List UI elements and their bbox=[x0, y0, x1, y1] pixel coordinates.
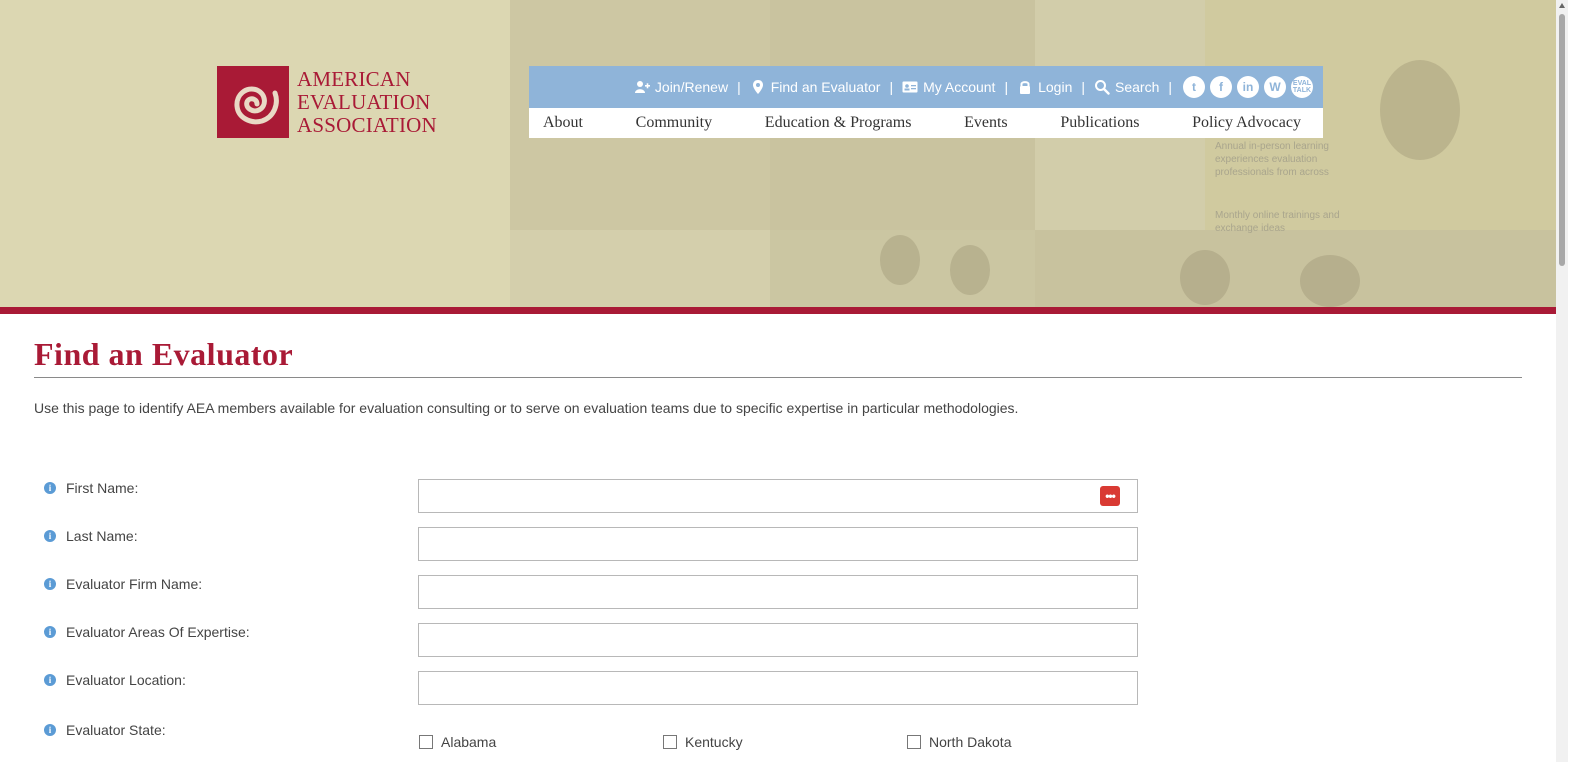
nav-item-publications[interactable]: Publications bbox=[1060, 114, 1139, 132]
last-name-input[interactable] bbox=[418, 527, 1138, 561]
find-evaluator-label: Find an Evaluator bbox=[770, 79, 881, 95]
facebook-icon[interactable]: f bbox=[1210, 76, 1232, 98]
state-option-north-dakota[interactable]: North Dakota bbox=[907, 734, 1151, 750]
location-input[interactable] bbox=[418, 671, 1138, 705]
first-name-input[interactable] bbox=[418, 479, 1138, 513]
first-name-label: First Name: bbox=[66, 480, 139, 496]
logo-line: ASSOCIATION bbox=[297, 112, 437, 137]
banner-photo bbox=[1035, 230, 1556, 307]
spiral-logo-icon bbox=[217, 66, 289, 138]
search-link[interactable]: Search bbox=[1094, 79, 1159, 95]
separator: | bbox=[737, 79, 741, 95]
logo-line: AMERICAN bbox=[297, 66, 411, 91]
separator: | bbox=[1004, 79, 1009, 95]
map-pin-icon bbox=[752, 80, 763, 94]
user-plus-icon bbox=[634, 81, 650, 93]
firm-name-label: Evaluator Firm Name: bbox=[66, 576, 203, 592]
search-icon bbox=[1095, 80, 1110, 95]
linkedin-icon[interactable]: in bbox=[1237, 76, 1259, 98]
info-icon[interactable]: i bbox=[44, 724, 56, 736]
banner-caption: Annual in-person learning experiences ev… bbox=[1215, 140, 1365, 235]
nav-item-events[interactable]: Events bbox=[964, 114, 1008, 132]
expertise-input[interactable] bbox=[418, 623, 1138, 657]
separator: | bbox=[1081, 79, 1085, 95]
logo-line: EVALUATION bbox=[297, 89, 431, 114]
logo-wordmark: AMERICAN EVALUATION ASSOCIATION bbox=[297, 66, 437, 137]
password-manager-icon[interactable]: ••• bbox=[1100, 486, 1120, 506]
state-label: Evaluator State: bbox=[66, 722, 166, 738]
state-option-label: North Dakota bbox=[929, 734, 1012, 750]
my-account-link[interactable]: My Account bbox=[902, 79, 995, 95]
aea-logo[interactable]: AMERICAN EVALUATION ASSOCIATION bbox=[217, 66, 437, 138]
banner-figure bbox=[1300, 255, 1360, 307]
banner-figure bbox=[950, 245, 990, 295]
location-label: Evaluator Location: bbox=[66, 672, 186, 688]
utility-nav: Join/Renew | Find an Evaluator | My Acco… bbox=[529, 66, 1323, 108]
info-icon[interactable]: i bbox=[44, 578, 56, 590]
state-option-label: Kentucky bbox=[685, 734, 743, 750]
expertise-row: i Evaluator Areas Of Expertise: bbox=[44, 623, 1144, 657]
twitter-icon[interactable]: t bbox=[1183, 76, 1205, 98]
nav-item-community[interactable]: Community bbox=[636, 114, 712, 132]
nav-item-education-programs[interactable]: Education & Programs bbox=[765, 114, 912, 132]
title-divider bbox=[34, 377, 1522, 378]
banner-figure bbox=[1380, 60, 1460, 160]
info-icon[interactable]: i bbox=[44, 482, 56, 494]
checkbox[interactable] bbox=[907, 735, 921, 749]
banner-figure bbox=[1180, 250, 1230, 305]
state-option-label: Alabama bbox=[441, 734, 497, 750]
first-name-row: i First Name: ••• bbox=[44, 479, 1144, 513]
header-banner: Annual in-person learning experiences ev… bbox=[0, 0, 1556, 307]
join-renew-label: Join/Renew bbox=[654, 79, 729, 95]
page-intro: Use this page to identify AEA members av… bbox=[34, 400, 1019, 416]
info-icon[interactable]: i bbox=[44, 674, 56, 686]
id-card-icon bbox=[902, 81, 918, 93]
header-divider bbox=[0, 307, 1556, 314]
page-scrollbar[interactable] bbox=[1556, 0, 1568, 762]
checkbox[interactable] bbox=[419, 735, 433, 749]
banner-figure bbox=[880, 235, 920, 285]
scroll-up-arrow-icon[interactable] bbox=[1559, 3, 1565, 8]
firm-name-input[interactable] bbox=[418, 575, 1138, 609]
last-name-label: Last Name: bbox=[66, 528, 138, 544]
info-icon[interactable]: i bbox=[44, 626, 56, 638]
my-account-label: My Account bbox=[923, 79, 996, 95]
last-name-row: i Last Name: bbox=[44, 527, 1144, 561]
find-evaluator-link[interactable]: Find an Evaluator bbox=[750, 79, 881, 95]
separator: | bbox=[889, 79, 894, 95]
banner-caption-line: Monthly online trainings and exchange id… bbox=[1215, 210, 1340, 234]
state-option-kentucky[interactable]: Kentucky bbox=[663, 734, 907, 750]
social-links: t f in W EVAL TALK bbox=[1183, 76, 1313, 98]
main-nav: About Community Education & Programs Eve… bbox=[529, 108, 1323, 138]
checkbox[interactable] bbox=[663, 735, 677, 749]
scrollbar-thumb[interactable] bbox=[1559, 14, 1565, 266]
firm-name-row: i Evaluator Firm Name: bbox=[44, 575, 1144, 609]
banner-photo bbox=[510, 230, 770, 307]
evaltalk-icon[interactable]: EVAL TALK bbox=[1291, 76, 1313, 98]
login-label: Login bbox=[1038, 79, 1073, 95]
state-checkboxes: Alabama Kentucky North Dakota bbox=[419, 734, 1151, 750]
login-link[interactable]: Login bbox=[1017, 79, 1072, 95]
search-label: Search bbox=[1115, 79, 1160, 95]
nav-item-about[interactable]: About bbox=[543, 114, 583, 132]
location-row: i Evaluator Location: bbox=[44, 671, 1144, 705]
info-icon[interactable]: i bbox=[44, 530, 56, 542]
join-renew-link[interactable]: Join/Renew bbox=[634, 79, 728, 95]
nav-item-policy-advocacy[interactable]: Policy Advocacy bbox=[1192, 114, 1301, 132]
page-title: Find an Evaluator bbox=[34, 336, 294, 372]
banner-caption-line: Annual in-person learning experiences ev… bbox=[1215, 141, 1329, 178]
separator: | bbox=[1168, 79, 1172, 95]
wordpress-icon[interactable]: W bbox=[1264, 76, 1286, 98]
expertise-label: Evaluator Areas Of Expertise: bbox=[66, 624, 250, 640]
lock-icon bbox=[1020, 81, 1031, 94]
state-option-alabama[interactable]: Alabama bbox=[419, 734, 663, 750]
